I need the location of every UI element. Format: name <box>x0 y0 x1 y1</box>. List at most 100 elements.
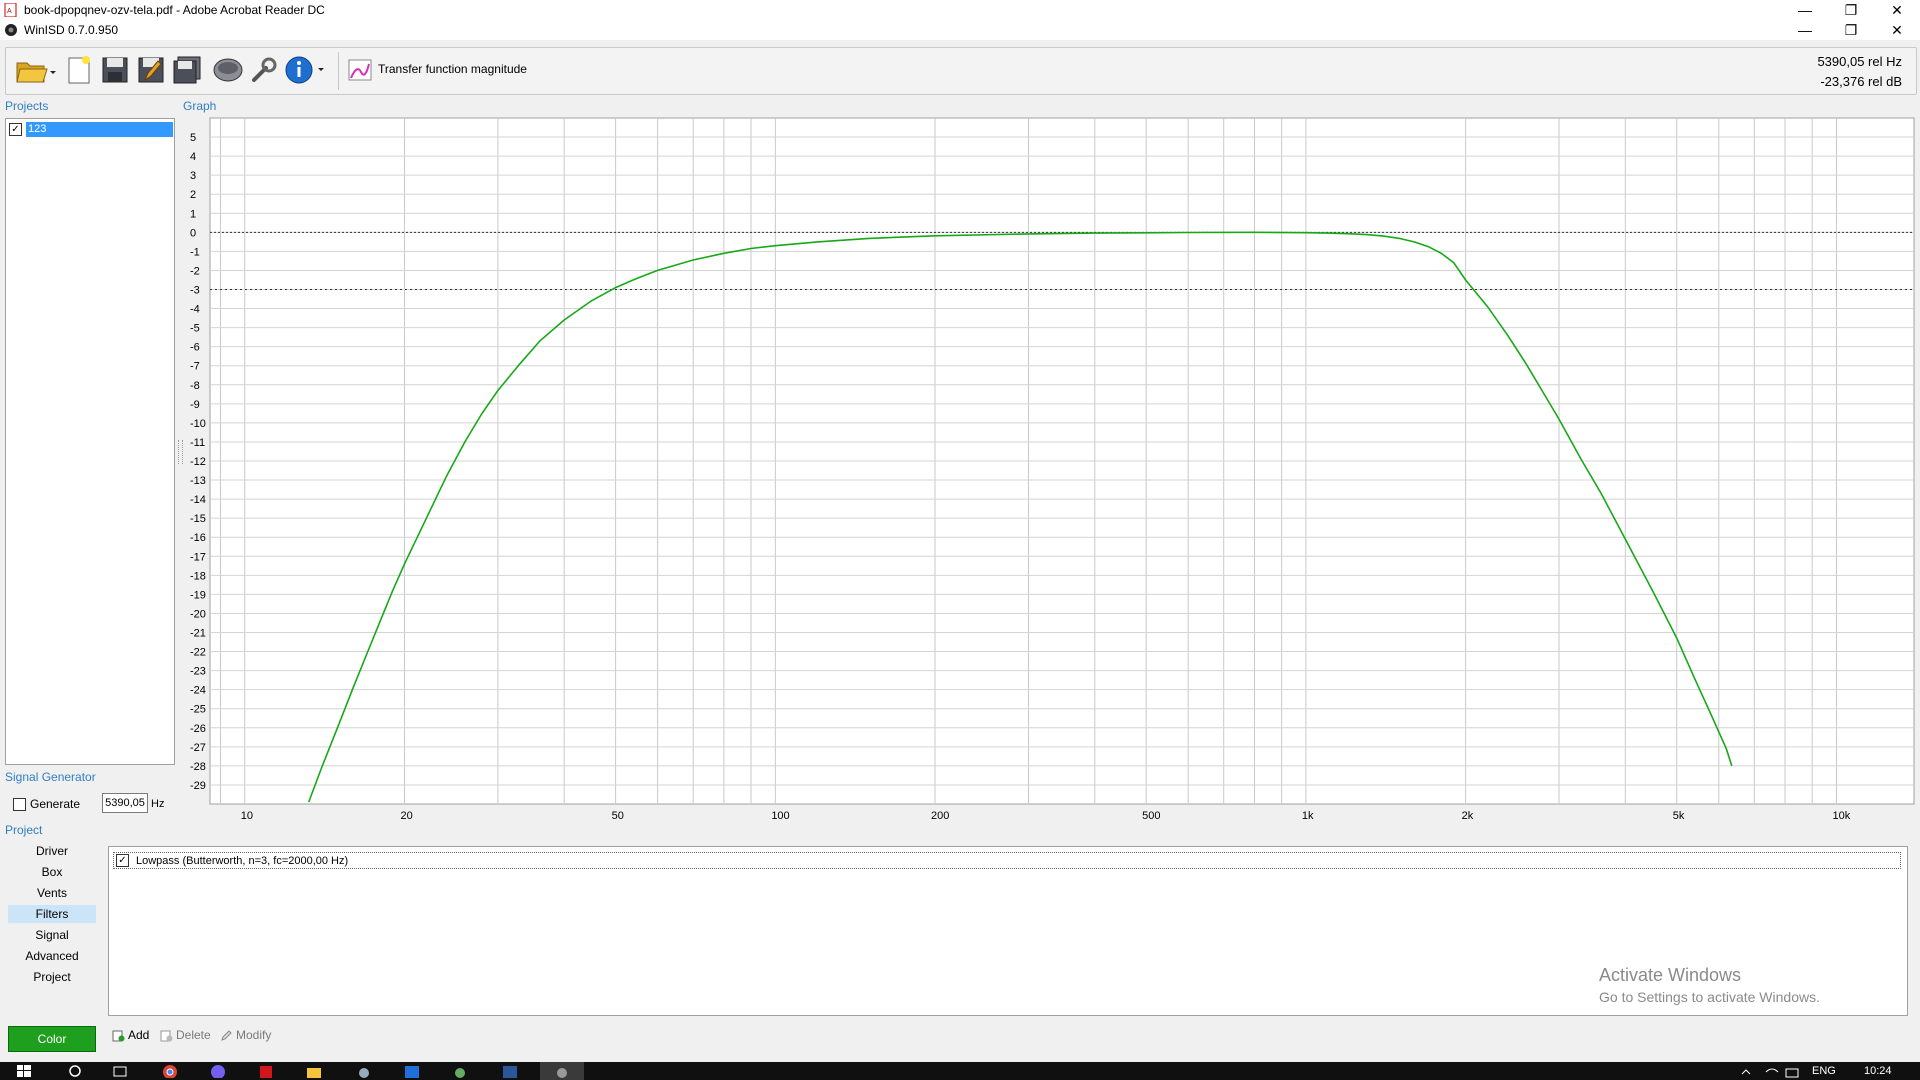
search-icon[interactable] <box>68 1064 84 1078</box>
transfer-function-chart[interactable]: 543210-1-2-3-4-5-6-7-8-9-10-11-12-13-14-… <box>178 117 1915 822</box>
y-tick-label: -2 <box>190 265 200 277</box>
y-tick-labels: 5 4 3 2 1 0 -1 -2 -3 -4 -5 -6 -7 -8 -9 -10 -11 -12 -13 -14 -… <box>190 132 206 792</box>
x-tick-label: 5k <box>1673 810 1685 822</box>
task-view-icon[interactable] <box>112 1064 128 1078</box>
cursor-frequency-readout: 5390,05 rel Hz <box>1817 54 1902 69</box>
delete-filter-button[interactable]: Delete <box>160 1028 211 1042</box>
app-globe-icon[interactable] <box>452 1064 468 1078</box>
app-window-title: WinISD 0.7.0.950 <box>24 23 119 37</box>
y-tick-label: -3 <box>190 285 200 297</box>
y-tick-label: 1 <box>190 208 196 220</box>
windows-start-icon[interactable] <box>16 1064 32 1078</box>
new-project-button[interactable] <box>63 54 95 86</box>
project-nav: Driver Box Vents Filters Signal Advanced… <box>0 842 105 1002</box>
clock[interactable]: 10:24 <box>1864 1062 1892 1080</box>
nav-vents[interactable]: Vents <box>8 884 96 902</box>
y-tick-label: 3 <box>190 170 196 182</box>
save-button[interactable] <box>99 54 131 86</box>
floppy-stack-icon <box>173 56 201 84</box>
taskbar: ENG 10:24 <box>0 1062 1920 1080</box>
y-tick-label: -16 <box>190 532 206 544</box>
nav-box[interactable]: Box <box>8 863 96 881</box>
y-tick-label: -19 <box>190 589 206 601</box>
y-tick-label: -28 <box>190 761 206 773</box>
project-item[interactable]: ✓ 123 <box>9 122 173 137</box>
y-tick-label: -25 <box>190 704 206 716</box>
project-checkbox[interactable]: ✓ <box>9 123 22 136</box>
open-project-button[interactable] <box>14 54 58 86</box>
add-icon <box>112 1030 125 1041</box>
y-tick-label: 2 <box>190 189 196 201</box>
project-name: 123 <box>26 122 173 137</box>
winisd-taskbar-item[interactable] <box>540 1062 584 1080</box>
floppy-pencil-icon <box>138 57 164 83</box>
cursor-level-readout: -23,376 rel dB <box>1820 74 1902 89</box>
y-tick-label: -12 <box>190 456 206 468</box>
generate-checkbox[interactable] <box>13 797 26 811</box>
file-explorer-icon[interactable] <box>306 1064 322 1078</box>
generator-frequency-input[interactable]: 5390,05 <box>102 793 148 813</box>
nav-driver[interactable]: Driver <box>8 842 96 860</box>
graph-type-button[interactable] <box>344 54 376 86</box>
new-document-icon <box>68 56 90 84</box>
viber-icon[interactable] <box>210 1064 226 1078</box>
language-indicator[interactable]: ENG <box>1812 1062 1836 1080</box>
watermark-subtitle: Go to Settings to activate Windows. <box>1599 989 1820 1005</box>
nav-advanced[interactable]: Advanced <box>8 947 96 965</box>
svg-text:A: A <box>7 8 12 15</box>
add-label: Add <box>128 1028 150 1042</box>
y-tick-label: 5 <box>190 132 196 144</box>
nav-signal[interactable]: Signal <box>8 926 96 944</box>
app-close-button[interactable]: ✕ <box>1874 20 1920 40</box>
driver-editor-button[interactable] <box>212 54 244 86</box>
info-button[interactable] <box>284 54 328 86</box>
app-minimize-button[interactable]: — <box>1782 20 1828 40</box>
acrobat-icon[interactable] <box>258 1064 274 1078</box>
delete-label: Delete <box>176 1028 211 1042</box>
app-restore-button[interactable]: ❐ <box>1828 20 1874 40</box>
settings-gear-icon[interactable] <box>404 1064 420 1078</box>
wrench-icon <box>252 57 277 82</box>
graph-type-label: Transfer function magnitude <box>378 62 527 76</box>
y-tick-label: -15 <box>190 513 206 525</box>
generator-unit: Hz <box>151 798 165 810</box>
y-tick-label: -4 <box>190 304 200 316</box>
y-tick-label: -1 <box>190 246 200 258</box>
y-tick-label: -9 <box>190 399 200 411</box>
y-tick-label: -29 <box>190 780 206 792</box>
modify-filter-button[interactable]: Modify <box>220 1028 271 1042</box>
y-tick-label: -22 <box>190 647 206 659</box>
outer-close-button[interactable]: ✕ <box>1874 0 1920 20</box>
nav-project[interactable]: Project <box>8 968 96 986</box>
add-filter-button[interactable]: Add <box>112 1028 149 1042</box>
wifi-icon[interactable] <box>1764 1064 1780 1078</box>
tools-button[interactable] <box>248 54 280 86</box>
chrome-icon[interactable] <box>162 1064 178 1078</box>
y-tick-label: 4 <box>190 151 196 163</box>
steam-icon[interactable] <box>356 1064 372 1078</box>
projects-list: ✓ 123 <box>5 118 175 765</box>
app-window-controls: — ❐ ✕ <box>1782 20 1920 40</box>
y-tick-label: -21 <box>190 628 206 640</box>
info-icon <box>285 56 324 84</box>
x-tick-label: 20 <box>400 810 412 822</box>
outer-minimize-button[interactable]: — <box>1782 0 1828 20</box>
outer-restore-button[interactable]: ❐ <box>1828 0 1874 20</box>
outer-window-title: book-dpopqnev-ozv-tela.pdf - Adobe Acrob… <box>24 3 325 17</box>
tray-chevron-icon[interactable] <box>1738 1064 1754 1078</box>
x-tick-label: 10 <box>241 810 253 822</box>
activate-windows-watermark: Activate Windows Go to Settings to activ… <box>1599 965 1820 1005</box>
generate-toggle[interactable]: Generate <box>13 797 80 811</box>
outer-window-controls: — ❐ ✕ <box>1782 0 1920 20</box>
keyboard-icon[interactable] <box>1784 1064 1800 1078</box>
save-all-button[interactable] <box>171 54 203 86</box>
word-icon[interactable] <box>502 1064 518 1078</box>
nav-filters[interactable]: Filters <box>8 905 96 923</box>
save-as-button[interactable] <box>135 54 167 86</box>
color-button[interactable]: Color <box>8 1026 96 1052</box>
x-tick-labels: 10 20 50 100 200 500 1k 2k 5k 10k <box>241 810 1851 822</box>
filter-item[interactable]: ✓ Lowpass (Butterworth, n=3, fc=2000,00 … <box>113 852 1901 869</box>
folder-open-icon <box>16 62 56 83</box>
filter-checkbox[interactable]: ✓ <box>116 854 129 867</box>
floppy-disk-icon <box>102 57 128 83</box>
